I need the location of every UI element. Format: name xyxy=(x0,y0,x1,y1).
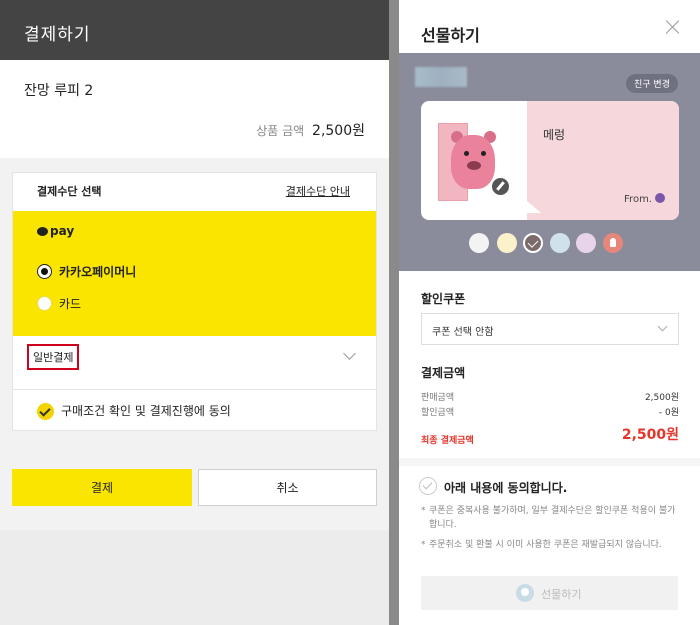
coupon-section-title: 할인쿠폰 xyxy=(421,292,466,306)
gift-button-label: 선물하기 xyxy=(541,588,582,601)
final-amount-row: 최종 결제금액 2,500원 xyxy=(421,427,679,447)
gift-panel: 선물하기 친구 변경 메렁 From. 할인쿠폰 쿠폰 선택 안함 결제금액 판… xyxy=(399,0,700,625)
option-card[interactable]: 카드 xyxy=(37,295,81,312)
pay-button[interactable]: 결제 xyxy=(12,469,192,506)
change-friend-button[interactable]: 친구 변경 xyxy=(626,74,678,93)
product-price-row: 상품 금액 2,500원 xyxy=(256,120,365,140)
check-circle-icon[interactable] xyxy=(37,403,54,420)
coupon-select-value: 쿠폰 선택 안함 xyxy=(432,327,494,338)
coupon-select[interactable]: 쿠폰 선택 안함 xyxy=(421,313,679,345)
payment-panel: 결제하기 잔망 루피 2 상품 금액 2,500원 결제수단 선택 결제수단 안… xyxy=(0,0,389,625)
product-section: 잔망 루피 2 상품 금액 2,500원 xyxy=(0,60,389,158)
payment-amount-title: 결제금액 xyxy=(421,366,466,380)
chevron-down-icon[interactable] xyxy=(343,347,356,360)
kakaopay-logo-text: pay xyxy=(50,224,75,238)
final-amount-label: 최종 결제금액 xyxy=(421,436,474,446)
final-amount-value: 2,500원 xyxy=(621,427,679,443)
recipient-name-blurred xyxy=(415,67,467,87)
price-value: 2,500원 xyxy=(312,123,365,139)
general-payment-row[interactable]: 일반결제 xyxy=(13,336,376,376)
sale-amount-row: 판매금액 2,500원 xyxy=(421,390,679,403)
notice-text: 주문취소 및 환불 시 이미 사용한 쿠폰은 재발급되지 않습니다. xyxy=(421,538,681,552)
kakaopay-area: pay 카카오페이머니 카드 xyxy=(13,211,376,336)
screen-root: 결제하기 잔망 루피 2 상품 금액 2,500원 결제수단 선택 결제수단 안… xyxy=(0,0,700,625)
discount-amount-label: 할인금액 xyxy=(421,408,455,418)
discount-amount-row: 할인금액 - 0원 xyxy=(421,405,679,418)
discount-amount-value: - 0원 xyxy=(658,408,679,418)
gift-card[interactable]: 메렁 From. xyxy=(421,101,679,220)
cancel-button[interactable]: 취소 xyxy=(198,469,377,506)
option-label: 카드 xyxy=(59,297,82,311)
payment-header: 결제하기 xyxy=(0,0,389,60)
option-label: 카카오페이머니 xyxy=(59,265,137,279)
agree-box[interactable]: 구매조건 확인 및 결제진행에 동의 xyxy=(12,389,377,431)
character-nose xyxy=(467,161,481,170)
chevron-down-icon[interactable] xyxy=(657,321,668,332)
sale-amount-label: 판매금액 xyxy=(421,393,455,403)
payment-method-title: 결제수단 선택 xyxy=(37,185,102,198)
color-swatch-blue[interactable] xyxy=(550,233,570,253)
agree-text: 구매조건 확인 및 결제진행에 동의 xyxy=(61,404,231,418)
price-label: 상품 금액 xyxy=(256,124,305,138)
character-eye xyxy=(464,151,469,156)
color-swatch-selected[interactable] xyxy=(523,233,543,253)
card-from: From. xyxy=(624,193,665,205)
radio-selected-icon[interactable] xyxy=(37,264,52,279)
gift-title: 선물하기 xyxy=(421,26,480,45)
card-message: 메렁 xyxy=(543,128,566,142)
check-circle-icon[interactable] xyxy=(419,477,437,495)
kakaopay-logo: pay xyxy=(37,224,74,238)
radio-unselected-icon[interactable] xyxy=(37,296,52,311)
character-eye xyxy=(481,151,486,156)
notice-text: 쿠폰은 중복사용 불가하며, 일부 결제수단은 할인쿠폰 적용이 불가합니다. xyxy=(421,504,681,532)
speech-bubble-icon xyxy=(37,227,48,236)
section-divider xyxy=(399,458,700,466)
bell-icon xyxy=(610,238,616,247)
sender-avatar xyxy=(655,193,665,203)
color-swatch-coral[interactable] xyxy=(603,233,623,253)
user-icon xyxy=(516,584,534,602)
close-icon[interactable] xyxy=(666,20,680,34)
color-swatch-white[interactable] xyxy=(469,233,489,253)
sale-amount-value: 2,500원 xyxy=(644,393,679,403)
card-from-label: From. xyxy=(624,194,652,205)
color-swatch-cream[interactable] xyxy=(497,233,517,253)
agree-title[interactable]: 아래 내용에 동의합니다. xyxy=(444,479,567,496)
option-kakaopay-money[interactable]: 카카오페이머니 xyxy=(37,263,136,280)
gift-card-area: 친구 변경 메렁 From. xyxy=(399,53,700,271)
pencil-icon[interactable] xyxy=(490,176,511,197)
product-name: 잔망 루피 2 xyxy=(24,83,94,99)
payment-guide-link[interactable]: 결제수단 안내 xyxy=(286,183,350,199)
general-payment-label[interactable]: 일반결제 xyxy=(27,344,80,370)
gift-button[interactable]: 선물하기 xyxy=(421,576,678,610)
color-swatch-lavender[interactable] xyxy=(576,233,596,253)
